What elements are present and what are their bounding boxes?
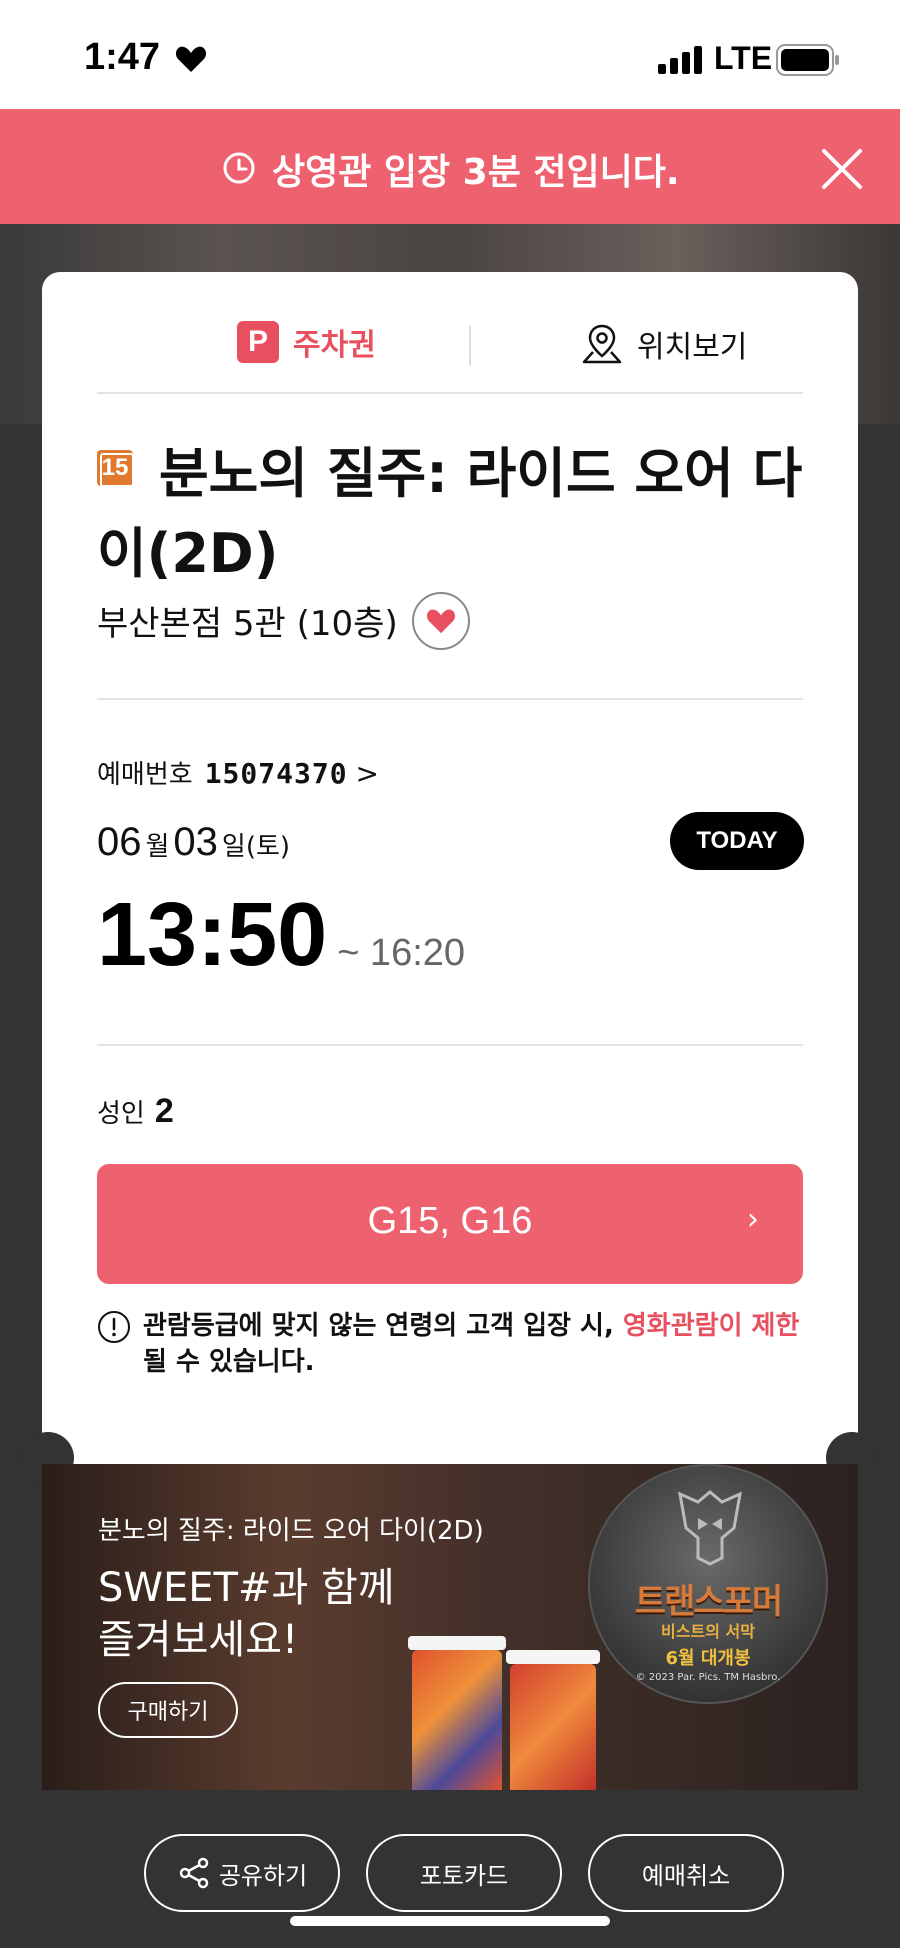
- status-bar: 1:47 LTE: [0, 0, 900, 109]
- end-time: ~ 16:20: [337, 932, 466, 974]
- audience-count: 2: [154, 1092, 174, 1130]
- ticket-top-actions: P 주차권 위치보기: [97, 272, 803, 394]
- location-label: 위치보기: [637, 330, 748, 365]
- poster-date: 6월 대개봉: [665, 1648, 751, 1669]
- showtime: 13:50 ~ 16:20: [97, 884, 465, 987]
- home-indicator[interactable]: [290, 1916, 610, 1926]
- parking-ticket-button[interactable]: P 주차권: [237, 320, 376, 364]
- divider: [97, 1044, 803, 1046]
- audience-label: 성인: [97, 1099, 145, 1129]
- autobot-logo-icon: [678, 1490, 742, 1566]
- heart-icon: [426, 609, 456, 634]
- divider: [469, 326, 471, 366]
- today-badge: TODAY: [670, 812, 804, 870]
- parking-label: 주차권: [293, 328, 376, 363]
- promo-banner[interactable]: 트랜스포머 비스트의 서막 6월 대개봉 © 2023 Par. Pics. T…: [42, 1464, 858, 1790]
- parking-icon: P: [237, 321, 279, 363]
- share-icon: [179, 1857, 209, 1889]
- theater-info: 부산본점 5관 (10층): [97, 604, 398, 644]
- cancel-reservation-button[interactable]: 예매취소: [588, 1834, 784, 1912]
- notice-highlight: 영화관람이 제한: [622, 1311, 800, 1341]
- share-button[interactable]: 공유하기: [144, 1834, 340, 1912]
- start-time: 13:50: [97, 885, 328, 985]
- poster-subtitle: 비스트의 서막: [661, 1622, 755, 1641]
- chevron-right-icon: ›: [747, 1202, 759, 1237]
- notice-message: 상영관 입장 3분 전입니다.: [272, 152, 680, 193]
- ticket-card: P 주차권 위치보기 15 분노의 질주: 라이드 오어 다이(2D) 부산본점…: [42, 272, 858, 1464]
- poster-title: 트랜스포머: [634, 1582, 783, 1622]
- promo-headline: SWEET#과 함께 즐겨보세요!: [98, 1565, 395, 1663]
- close-icon[interactable]: [820, 147, 864, 191]
- show-date: 06 월 03 일(토): [97, 820, 294, 865]
- buy-button[interactable]: 구매하기: [98, 1682, 238, 1738]
- cup-lid: [506, 1650, 600, 1664]
- photocard-label: 포토카드: [419, 1861, 509, 1890]
- audience-info: 성인 2: [97, 1092, 174, 1131]
- status-time: 1:47: [84, 36, 161, 78]
- reservation-label: 예매번호: [97, 760, 193, 790]
- heart-icon: [175, 46, 207, 72]
- notice-text: 관람등급에 맞지 않는 연령의 고객 입장 시, 영화관람이 제한 될 수 있습니…: [143, 1311, 800, 1377]
- drink-cup-image: [412, 1650, 502, 1790]
- seats-button[interactable]: G15, G16 ›: [97, 1164, 803, 1284]
- entry-notice-banner: 상영관 입장 3분 전입니다.: [0, 109, 900, 224]
- bottom-action-bar: 공유하기 포토카드 예매취소: [0, 1834, 900, 1914]
- transformers-poster: 트랜스포머 비스트의 서막 6월 대개봉 © 2023 Par. Pics. T…: [588, 1464, 828, 1704]
- age-restriction-notice: 관람등급에 맞지 않는 연령의 고객 입장 시, 영화관람이 제한 될 수 있습니…: [97, 1308, 803, 1380]
- date-day-unit: 일(토): [221, 832, 291, 862]
- promo-movie-title: 분노의 질주: 라이드 오어 다이(2D): [98, 1516, 484, 1546]
- chevron-right-icon: >: [355, 757, 380, 790]
- date-month: 06: [97, 820, 142, 864]
- date-day: 03: [173, 820, 218, 864]
- movie-title: 분노의 질주: 라이드 오어 다이(2D): [97, 442, 803, 585]
- signal-icon: [658, 46, 702, 74]
- drink-cup-image: [510, 1664, 596, 1790]
- exclamation-icon: [98, 1311, 130, 1343]
- network-label: LTE: [714, 40, 773, 76]
- share-label: 공유하기: [218, 1861, 308, 1890]
- photocard-button[interactable]: 포토카드: [366, 1834, 562, 1912]
- cancel-label: 예매취소: [641, 1861, 731, 1890]
- reservation-number: 15074370: [204, 757, 348, 790]
- date-month-unit: 월: [145, 832, 170, 862]
- poster-copyright: © 2023 Par. Pics. TM Hasbro.: [635, 1672, 781, 1683]
- divider: [97, 698, 803, 700]
- favorite-button[interactable]: [412, 592, 470, 650]
- clock-icon: [223, 152, 255, 184]
- reservation-number-link[interactable]: 예매번호 15074370 >: [97, 754, 379, 791]
- battery-icon: [776, 44, 839, 76]
- seat-numbers: G15, G16: [367, 1200, 533, 1242]
- location-pin-icon: [582, 324, 622, 364]
- location-button[interactable]: 위치보기: [581, 322, 747, 366]
